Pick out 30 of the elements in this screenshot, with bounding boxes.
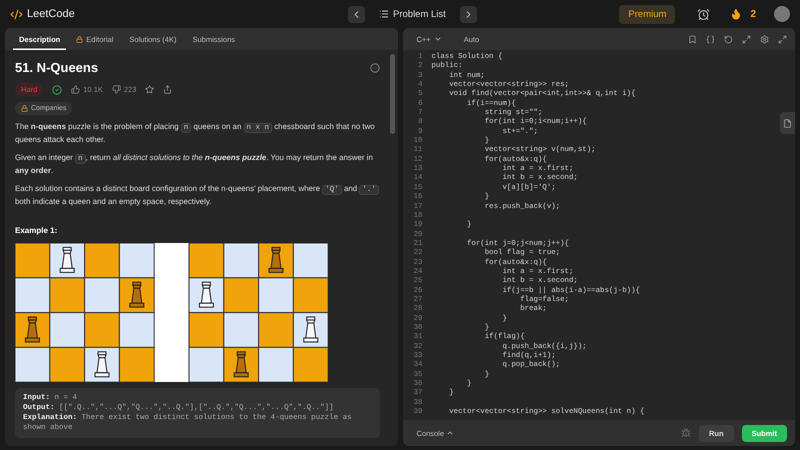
streak-count: 2 xyxy=(750,8,756,20)
star-icon[interactable] xyxy=(145,85,154,94)
fullscreen-icon[interactable] xyxy=(778,34,787,44)
file-tab[interactable] xyxy=(780,112,795,134)
problem-title: 51. N-Queens xyxy=(15,60,98,75)
share-icon[interactable] xyxy=(163,85,172,94)
reset-icon[interactable] xyxy=(724,34,733,44)
previous-button[interactable] xyxy=(348,6,365,22)
problem-list-link[interactable]: Problem List xyxy=(373,8,452,20)
settings-icon[interactable] xyxy=(760,34,769,44)
braces-icon[interactable] xyxy=(706,34,715,44)
premium-button[interactable]: Premium xyxy=(619,4,676,24)
list-icon xyxy=(379,9,389,19)
chevron-up-icon xyxy=(446,429,454,437)
ellipsis-icon[interactable] xyxy=(370,62,380,72)
logo-text: LeetCode xyxy=(27,8,75,20)
avatar[interactable] xyxy=(774,6,790,22)
example-heading: Example 1: xyxy=(15,226,58,235)
chevron-down-icon xyxy=(434,35,442,43)
bookmark-icon[interactable] xyxy=(688,34,697,44)
thumbs-up-icon[interactable] xyxy=(71,85,80,94)
alarm-clock-icon[interactable] xyxy=(697,8,710,20)
logo-icon xyxy=(10,8,23,20)
expand-icon[interactable] xyxy=(742,34,751,44)
scrollbar[interactable] xyxy=(390,54,394,134)
flame-icon[interactable] xyxy=(730,8,742,20)
file-icon xyxy=(783,118,792,128)
next-button[interactable] xyxy=(460,6,477,22)
thumbs-down-icon[interactable] xyxy=(112,85,121,94)
lock-icon xyxy=(21,105,28,112)
